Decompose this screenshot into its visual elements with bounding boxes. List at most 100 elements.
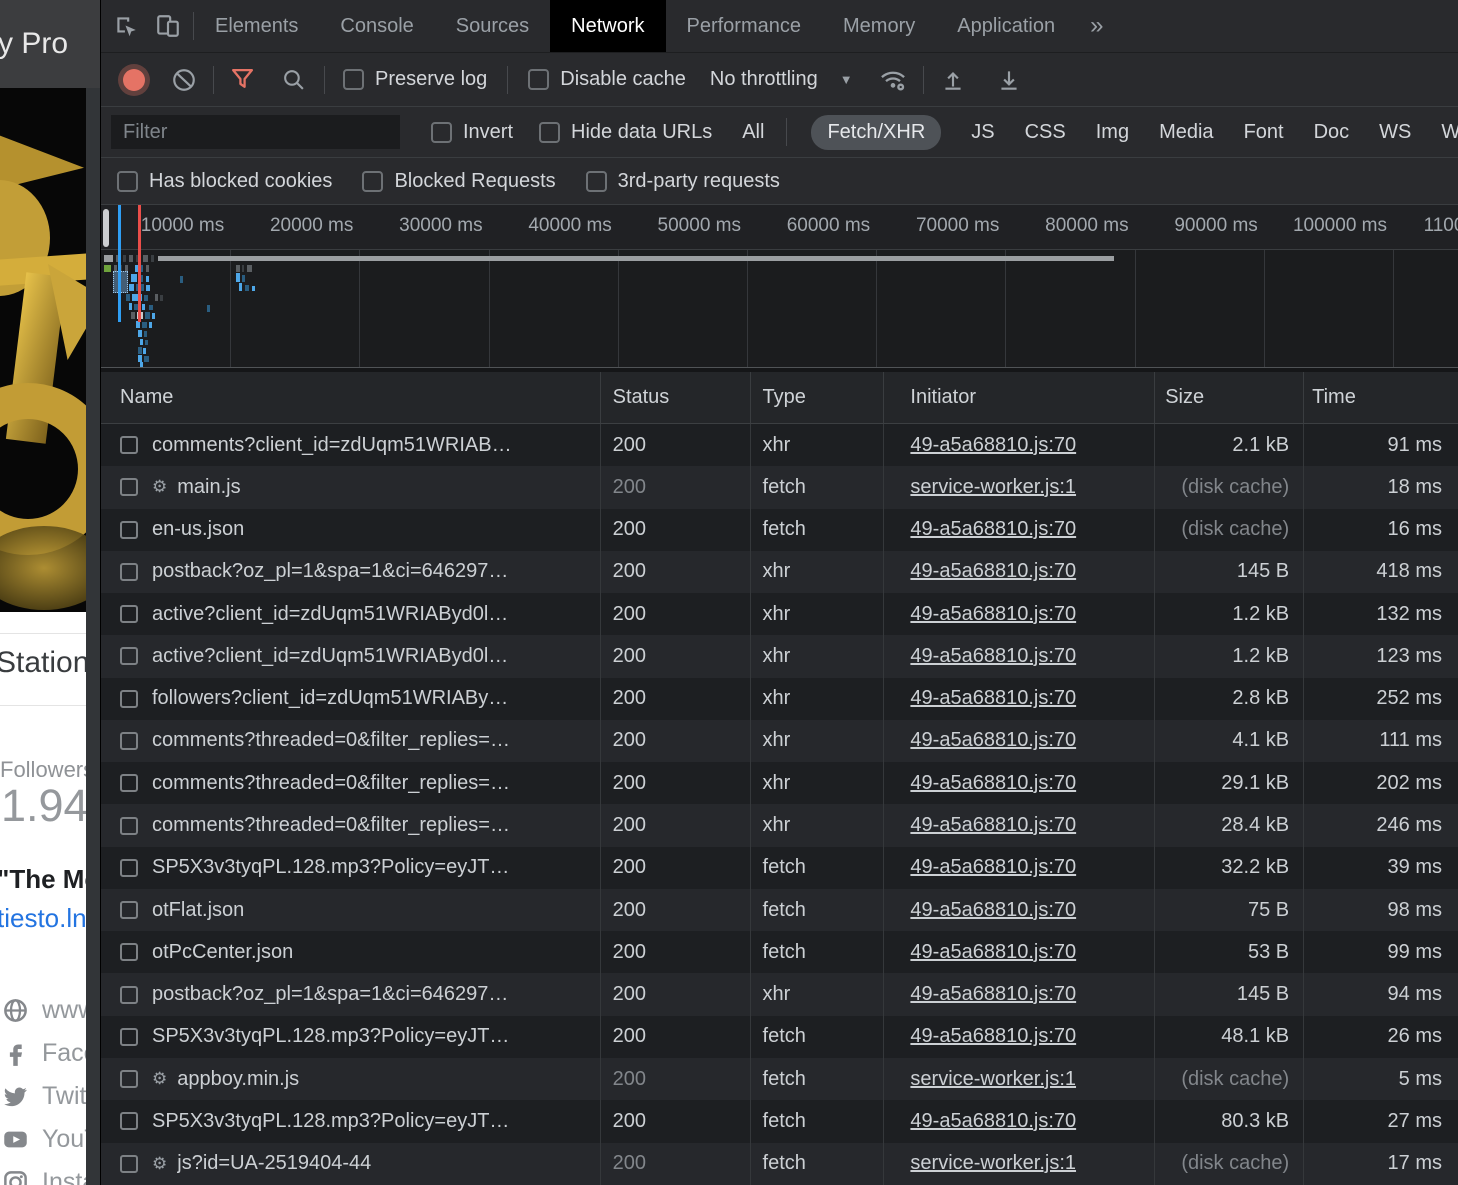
row-checkbox[interactable] [120,690,138,708]
initiator-link[interactable]: 49-a5a68810.js:70 [910,518,1076,541]
tab-sources[interactable]: Sources [435,0,550,52]
record-icon[interactable] [123,69,145,91]
preserve-log-option[interactable]: Preserve log [343,68,487,91]
filter-option-blocked-requests[interactable]: Blocked Requests [362,170,555,193]
column-header-status[interactable]: Status [601,372,751,423]
network-conditions-icon[interactable] [879,66,907,94]
table-row[interactable]: otFlat.json200fetch49-a5a68810.js:7075 B… [101,889,1458,931]
table-row[interactable]: postback?oz_pl=1&spa=1&ci=646297…200xhr4… [101,973,1458,1015]
device-toolbar-icon[interactable] [155,13,181,39]
row-checkbox[interactable] [120,436,138,454]
table-row[interactable]: en-us.json200fetch49-a5a68810.js:70(disk… [101,509,1458,551]
table-row[interactable]: ⚙appboy.min.js200fetchservice-worker.js:… [101,1058,1458,1100]
dropdown-caret-icon[interactable]: ▼ [840,72,853,87]
column-header-size[interactable]: Size [1155,372,1304,423]
row-checkbox[interactable] [120,521,138,539]
checkbox-icon[interactable] [117,171,138,192]
tab-elements[interactable]: Elements [194,0,319,52]
initiator-link[interactable]: 49-a5a68810.js:70 [910,856,1076,879]
search-icon[interactable] [281,67,306,92]
column-header-initiator[interactable]: Initiator [884,372,1155,423]
row-checkbox[interactable] [120,1112,138,1130]
initiator-link[interactable]: 49-a5a68810.js:70 [910,1110,1076,1133]
filter-chip-font[interactable]: Font [1244,121,1284,144]
table-row[interactable]: SP5X3v3tyqPL.128.mp3?Policy=eyJT…200fetc… [101,1016,1458,1058]
column-header-time[interactable]: Time [1304,372,1458,423]
initiator-link[interactable]: 49-a5a68810.js:70 [910,899,1076,922]
filter-chip-css[interactable]: CSS [1025,121,1066,144]
row-checkbox[interactable] [120,1155,138,1173]
filter-option-3rd-party-requests[interactable]: 3rd-party requests [586,170,780,193]
table-row[interactable]: ⚙js?id=UA-2519404-44200fetchservice-work… [101,1143,1458,1185]
filter-chip-wasm[interactable]: Wasm [1441,121,1458,144]
table-row[interactable]: postback?oz_pl=1&spa=1&ci=646297…200xhr4… [101,551,1458,593]
row-checkbox[interactable] [120,817,138,835]
table-row[interactable]: comments?threaded=0&filter_replies=…200x… [101,804,1458,846]
initiator-link[interactable]: service-worker.js:1 [910,476,1076,499]
checkbox-icon[interactable] [586,171,607,192]
timeline-waterfall[interactable] [101,250,1458,367]
filter-chip-all[interactable]: All [742,121,764,144]
initiator-link[interactable]: 49-a5a68810.js:70 [910,687,1076,710]
initiator-link[interactable]: 49-a5a68810.js:70 [910,434,1076,457]
filter-chip-doc[interactable]: Doc [1314,121,1350,144]
table-row[interactable]: otPcCenter.json200fetch49-a5a68810.js:70… [101,931,1458,973]
table-row[interactable]: active?client_id=zdUqm51WRIAByd0l…200xhr… [101,593,1458,635]
tab-performance[interactable]: Performance [666,0,823,52]
invert-option[interactable]: Invert [431,121,513,144]
table-row[interactable]: comments?client_id=zdUqm51WRIAB…200xhr49… [101,424,1458,466]
row-checkbox[interactable] [120,732,138,750]
row-checkbox[interactable] [120,647,138,665]
filter-input[interactable] [111,115,400,149]
export-har-icon[interactable] [996,67,1022,93]
filter-chip-img[interactable]: Img [1096,121,1129,144]
filter-chip-fetch-xhr[interactable]: Fetch/XHR [811,115,941,150]
filter-chip-media[interactable]: Media [1159,121,1213,144]
column-header-type[interactable]: Type [751,372,885,423]
checkbox-icon[interactable] [528,69,549,90]
column-header-name[interactable]: Name [101,372,601,423]
initiator-link[interactable]: 49-a5a68810.js:70 [910,1025,1076,1048]
checkbox-icon[interactable] [343,69,364,90]
initiator-link[interactable]: 49-a5a68810.js:70 [910,941,1076,964]
filter-funnel-icon[interactable] [230,67,255,92]
initiator-link[interactable]: 49-a5a68810.js:70 [910,983,1076,1006]
table-row[interactable]: SP5X3v3tyqPL.128.mp3?Policy=eyJT…200fetc… [101,1100,1458,1142]
tab-memory[interactable]: Memory [822,0,936,52]
hide-data-urls-option[interactable]: Hide data URLs [539,121,712,144]
table-row[interactable]: comments?threaded=0&filter_replies=…200x… [101,762,1458,804]
filter-chip-ws[interactable]: WS [1379,121,1411,144]
profile-bio-link[interactable]: tiesto.lnk [0,903,100,934]
tab-application[interactable]: Application [936,0,1076,52]
filter-chip-js[interactable]: JS [971,121,994,144]
initiator-link[interactable]: 49-a5a68810.js:70 [910,772,1076,795]
tab-console[interactable]: Console [319,0,434,52]
tab-network[interactable]: Network [550,0,665,52]
initiator-link[interactable]: service-worker.js:1 [910,1152,1076,1175]
row-checkbox[interactable] [120,986,138,1004]
more-tabs-icon[interactable]: » [1076,0,1117,52]
network-overview[interactable]: 10000 ms20000 ms30000 ms40000 ms50000 ms… [101,205,1458,372]
initiator-link[interactable]: 49-a5a68810.js:70 [910,603,1076,626]
table-row[interactable]: active?client_id=zdUqm51WRIAByd0l…200xhr… [101,635,1458,677]
checkbox-icon[interactable] [431,122,452,143]
throttling-select[interactable]: No throttling [710,68,818,91]
row-checkbox[interactable] [120,605,138,623]
filter-option-has-blocked-cookies[interactable]: Has blocked cookies [117,170,332,193]
table-row[interactable]: SP5X3v3tyqPL.128.mp3?Policy=eyJT…200fetc… [101,847,1458,889]
clear-icon[interactable] [171,67,197,93]
checkbox-icon[interactable] [362,171,383,192]
initiator-link[interactable]: service-worker.js:1 [910,1068,1076,1091]
row-checkbox[interactable] [120,859,138,877]
initiator-link[interactable]: 49-a5a68810.js:70 [910,560,1076,583]
disable-cache-option[interactable]: Disable cache [528,68,686,91]
table-row[interactable]: ⚙main.js200fetchservice-worker.js:1(disk… [101,466,1458,508]
row-checkbox[interactable] [120,943,138,961]
initiator-link[interactable]: 49-a5a68810.js:70 [910,814,1076,837]
row-checkbox[interactable] [120,478,138,496]
inspect-icon[interactable] [113,13,139,39]
row-checkbox[interactable] [120,901,138,919]
table-row[interactable]: followers?client_id=zdUqm51WRIABy…200xhr… [101,678,1458,720]
import-har-icon[interactable] [940,67,966,93]
table-row[interactable]: comments?threaded=0&filter_replies=…200x… [101,720,1458,762]
